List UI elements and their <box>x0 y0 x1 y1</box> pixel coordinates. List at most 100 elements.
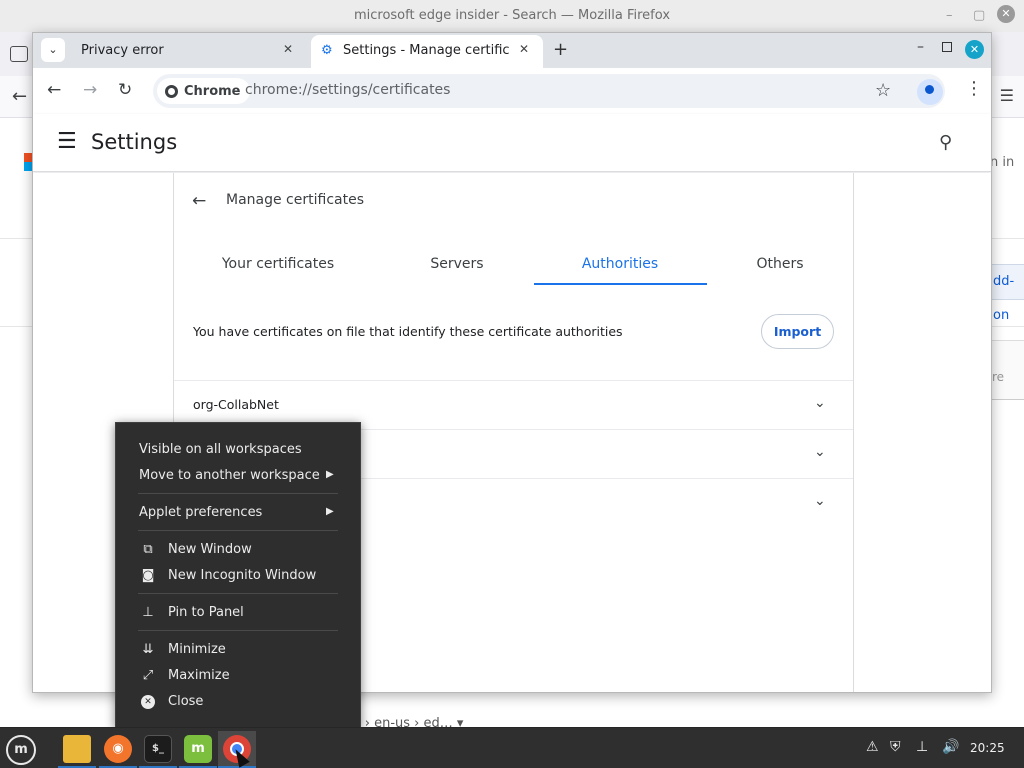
url-text[interactable]: chrome://settings/certificates <box>245 82 450 98</box>
menu-separator <box>138 530 338 531</box>
firefox-minimize-icon[interactable]: – <box>946 8 953 23</box>
reload-icon[interactable]: ↻ <box>118 80 132 100</box>
tab-servers[interactable]: Servers <box>371 256 543 272</box>
firefox-close-icon[interactable]: ✕ <box>997 5 1015 23</box>
firefox-icon: ◉ <box>104 735 132 763</box>
taskbar-app-firefox[interactable]: ◉ <box>99 731 137 768</box>
search-icon[interactable]: ⚲ <box>939 132 952 153</box>
bookmark-star-icon[interactable]: ☆ <box>875 80 891 101</box>
taskbar-app-terminal[interactable]: $_ <box>139 731 177 768</box>
start-menu-button[interactable]: m <box>6 735 36 765</box>
tab-search-button[interactable]: ⌄ <box>41 38 65 62</box>
tab-settings[interactable]: ⚙ Settings - Manage certificate ✕ <box>311 35 543 68</box>
tab-close-icon[interactable]: ✕ <box>519 42 529 56</box>
taskbar: m ◉ $_ m ⚠ ⛨ ⊥ 🔊 20:25 <box>0 727 1024 768</box>
menu-item-label: Minimize <box>168 642 226 657</box>
close-icon: ✕ <box>141 695 155 709</box>
menu-item-pin-to-panel[interactable]: ⊥ Pin to Panel <box>116 601 360 625</box>
chevron-down-icon[interactable]: ⌄ <box>814 493 826 509</box>
new-window-icon: ⧉ <box>143 542 153 557</box>
active-tab-indicator <box>534 283 707 285</box>
hamburger-menu-icon[interactable]: ☰ <box>57 129 77 154</box>
tab-others[interactable]: Others <box>694 256 866 272</box>
tab-privacy-error[interactable]: Privacy error ✕ <box>69 35 301 68</box>
forward-icon[interactable]: → <box>83 80 97 100</box>
chevron-down-icon[interactable]: ⌄ <box>814 444 826 460</box>
terminal-icon: $_ <box>144 735 172 763</box>
tab-close-icon[interactable]: ✕ <box>283 42 293 56</box>
more-options-icon[interactable]: ⋮ <box>965 78 983 99</box>
maximize-icon: ⤢ <box>142 668 154 683</box>
certificate-name: org-CollabNet <box>193 397 279 412</box>
firefox-window-title: microsoft edge insider - Search — Mozill… <box>353 8 671 23</box>
taskbar-context-menu: Visible on all workspaces Move to anothe… <box>115 422 361 728</box>
window-maximize-icon[interactable] <box>942 42 952 52</box>
microsoft-logo-icon <box>24 153 32 171</box>
firefox-tab-list-icon[interactable] <box>10 46 28 62</box>
firefox-addon-button[interactable]: dd-on <box>990 264 1024 323</box>
linux-mint-icon: m <box>184 735 212 763</box>
taskbar-app-mint[interactable]: m <box>179 731 217 768</box>
folder-icon <box>63 735 91 763</box>
firefox-maximize-icon[interactable]: ▢ <box>973 8 985 23</box>
submenu-arrow-icon: ▶ <box>326 506 334 517</box>
chrome-logo-icon <box>165 84 178 98</box>
import-button[interactable]: Import <box>761 314 834 349</box>
menu-item-new-incognito-window[interactable]: ◙ New Incognito Window <box>116 564 360 588</box>
window-close-icon[interactable]: ✕ <box>965 40 984 59</box>
profile-avatar-icon[interactable] <box>917 79 943 105</box>
menu-item-label: New Incognito Window <box>168 568 317 583</box>
menu-separator <box>138 493 338 494</box>
submenu-arrow-icon: ▶ <box>326 469 334 480</box>
page-title: Settings <box>91 130 178 154</box>
pin-icon: ⊥ <box>142 605 154 620</box>
shield-icon[interactable]: ⛨ <box>890 739 901 755</box>
back-arrow-icon[interactable]: ← <box>192 191 206 211</box>
menu-item-visible-on-all-workspaces[interactable]: Visible on all workspaces <box>116 438 360 462</box>
settings-gear-icon: ⚙ <box>321 43 333 58</box>
update-manager-icon[interactable]: ⚠ <box>866 739 879 755</box>
tab-title: Privacy error <box>81 43 164 58</box>
menu-item-applet-preferences[interactable]: Applet preferences ▶ <box>116 501 360 525</box>
menu-item-label: New Window <box>168 542 252 557</box>
menu-item-new-window[interactable]: ⧉ New Window <box>116 538 360 562</box>
menu-item-label: Pin to Panel <box>168 605 244 620</box>
chrome-toolbar: ← → ↻ Chrome chrome://settings/certifica… <box>33 68 991 114</box>
network-icon[interactable]: ⊥ <box>916 739 928 755</box>
tab-your-certificates[interactable]: Your certificates <box>192 256 364 272</box>
tab-authorities[interactable]: Authorities <box>534 256 706 272</box>
chrome-chip-label: Chrome <box>184 83 241 99</box>
chrome-site-chip[interactable]: Chrome <box>157 78 250 104</box>
chrome-tabbar: ⌄ Privacy error ✕ ⚙ Settings - Manage ce… <box>33 33 991 68</box>
firefox-titlebar: microsoft edge insider - Search — Mozill… <box>0 0 1024 32</box>
chevron-down-icon[interactable]: ⌄ <box>814 395 826 411</box>
menu-item-label: Visible on all workspaces <box>139 442 302 457</box>
taskbar-app-files[interactable] <box>58 731 96 768</box>
menu-item-label: Maximize <box>168 668 230 683</box>
firefox-signin-link[interactable]: n in <box>990 155 1014 170</box>
menu-item-close[interactable]: ✕ Close <box>116 690 360 714</box>
subpage-title: Manage certificates <box>226 192 364 208</box>
firefox-more-link[interactable]: re <box>992 370 1004 384</box>
back-icon[interactable]: ← <box>47 80 61 100</box>
menu-item-move-to-workspace[interactable]: Move to another workspace ▶ <box>116 464 360 488</box>
menu-item-minimize[interactable]: ⇊ Minimize <box>116 638 360 662</box>
settings-header: ☰ Settings ⚲ <box>33 114 991 172</box>
menu-item-label: Applet preferences <box>139 505 263 520</box>
menu-item-label: Close <box>168 694 204 709</box>
menu-item-maximize[interactable]: ⤢ Maximize <box>116 664 360 688</box>
menu-separator <box>138 630 338 631</box>
incognito-icon: ◙ <box>141 568 155 583</box>
menu-separator <box>138 593 338 594</box>
new-tab-icon[interactable]: + <box>553 39 568 60</box>
menu-item-label: Move to another workspace <box>139 468 320 483</box>
firefox-menu-icon[interactable]: ☰ <box>1000 86 1014 105</box>
address-bar[interactable]: Chrome chrome://settings/certificates ☆ <box>153 74 945 108</box>
minimize-icon: ⇊ <box>142 642 154 657</box>
firefox-back-icon[interactable]: ← <box>12 86 27 107</box>
window-minimize-icon[interactable]: – <box>917 39 924 55</box>
volume-icon[interactable]: 🔊 <box>942 739 959 755</box>
clock[interactable]: 20:25 <box>970 741 1005 755</box>
authorities-description: You have certificates on file that ident… <box>193 324 623 339</box>
tab-title: Settings - Manage certificate <box>343 43 509 58</box>
